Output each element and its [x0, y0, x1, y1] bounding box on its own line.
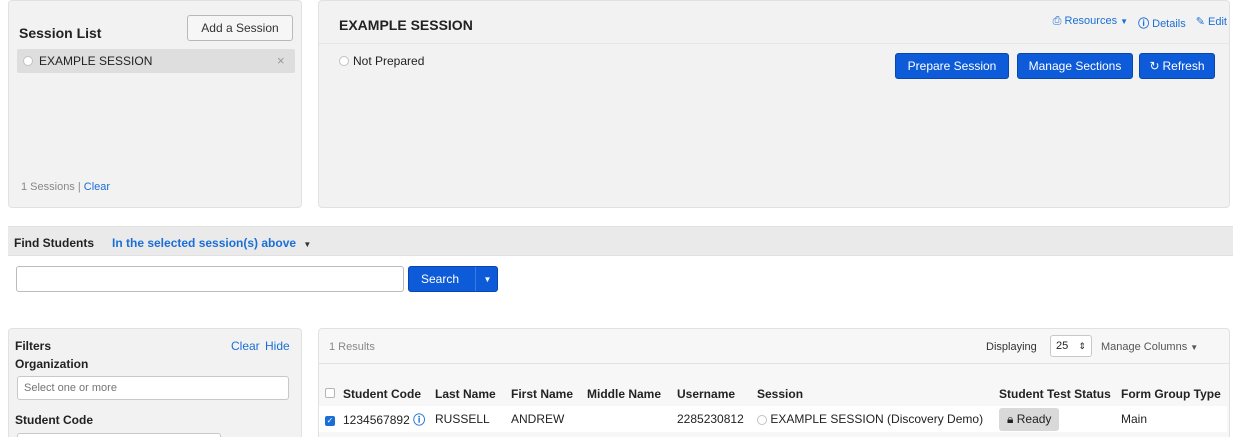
- session-detail-panel: EXAMPLE SESSION ⎙ Resources ▼ ⓘ Details …: [318, 0, 1230, 208]
- refresh-icon: ↻: [1149, 59, 1160, 73]
- select-all-checkbox[interactable]: [325, 388, 335, 398]
- remove-session-icon[interactable]: ×: [277, 53, 285, 68]
- printer-icon: ⎙: [1052, 15, 1062, 27]
- middle-name-cell: [585, 406, 675, 432]
- resources-menu[interactable]: ⎙ Resources ▼: [1053, 15, 1128, 31]
- student-code-field[interactable]: [17, 433, 221, 437]
- results-divider: [319, 363, 1229, 364]
- status-radio: [339, 56, 349, 66]
- student-code-label: Student Code: [15, 413, 93, 427]
- info-icon: ⓘ: [1138, 18, 1150, 30]
- clear-filters-link[interactable]: Clear: [231, 339, 260, 353]
- session-count: 1 Sessions | Clear: [21, 181, 110, 193]
- username-cell: 2285230812: [677, 412, 744, 426]
- last-name-cell: RUSSELL: [435, 412, 490, 426]
- session-list-panel: Session List Add a Session EXAMPLE SESSI…: [8, 0, 302, 208]
- clear-sessions-link[interactable]: Clear: [84, 181, 110, 193]
- chevron-down-icon: ▼: [483, 274, 492, 284]
- column-header[interactable]: First Name: [509, 382, 585, 406]
- search-options-toggle[interactable]: ▼: [475, 267, 499, 291]
- chevron-down-icon: ▼: [303, 240, 312, 249]
- session-item-label: EXAMPLE SESSION: [39, 54, 153, 68]
- first-name-cell: ANDREW: [511, 412, 565, 426]
- search-label: Search: [421, 272, 460, 286]
- manage-columns-label: Manage Columns: [1101, 341, 1188, 353]
- session-value: EXAMPLE SESSION (Discovery Demo): [770, 412, 984, 426]
- results-panel: 1 Results Displaying 25 ⇕ Manage Columns…: [318, 328, 1230, 437]
- filters-title: Filters: [15, 339, 52, 353]
- session-cell: EXAMPLE SESSION (Discovery Demo): [755, 406, 997, 432]
- status-badge: 🔒︎ Ready: [999, 407, 1060, 431]
- edit-link[interactable]: ✎ Edit: [1196, 15, 1227, 31]
- displaying-label: Displaying: [986, 341, 1037, 353]
- find-students-bar: Find Students In the selected session(s)…: [8, 226, 1233, 256]
- column-header[interactable]: Student Code: [339, 382, 433, 406]
- refresh-label: Refresh: [1162, 59, 1205, 73]
- organization-field[interactable]: [17, 376, 289, 400]
- student-search-input[interactable]: [16, 266, 404, 292]
- manage-columns-menu[interactable]: Manage Columns ▼: [1101, 341, 1198, 353]
- lock-icon: 🔒︎: [1007, 411, 1014, 426]
- column-header[interactable]: Middle Name: [585, 382, 675, 406]
- results-table: Student Code Last Name First Name Middle…: [319, 382, 1227, 432]
- session-list-title: Session List: [19, 25, 102, 41]
- table-row[interactable]: ✓ 1234567892 ⓘ RUSSELL ANDREW 2285230812…: [319, 406, 1227, 432]
- filters-panel: Filters Clear Hide Organization Student …: [8, 328, 302, 437]
- edit-label: Edit: [1208, 16, 1227, 28]
- session-header-divider: [319, 43, 1229, 44]
- search-scope-dropdown[interactable]: In the selected session(s) above ▼: [112, 236, 311, 250]
- chevron-down-icon: ▼: [1120, 17, 1129, 26]
- pencil-icon: ✎: [1195, 16, 1205, 28]
- session-count-text: 1 Sessions: [21, 181, 75, 193]
- page-size-value: 25: [1056, 340, 1069, 352]
- chevron-down-icon: ▼: [1190, 343, 1199, 352]
- results-count: 1 Results: [329, 341, 375, 353]
- manage-sections-button[interactable]: Manage Sections: [1017, 53, 1133, 79]
- stepper-icon: ⇕: [1078, 340, 1086, 351]
- search-scope-label: In the selected session(s) above: [112, 236, 297, 250]
- resources-label: Resources: [1064, 15, 1118, 27]
- session-radio: [757, 414, 767, 425]
- status-cell: 🔒︎ Ready: [997, 406, 1117, 432]
- page-size-select[interactable]: 25 ⇕: [1050, 335, 1092, 357]
- session-list-item[interactable]: EXAMPLE SESSION ×: [17, 49, 295, 73]
- session-title: EXAMPLE SESSION: [339, 17, 473, 33]
- session-select-radio[interactable]: [23, 56, 33, 66]
- student-code-cell: 1234567892 ⓘ: [339, 406, 433, 432]
- column-header[interactable]: Student Test Status: [997, 382, 1117, 406]
- column-header[interactable]: Session: [755, 382, 997, 406]
- details-label: Details: [1152, 18, 1186, 30]
- details-link[interactable]: ⓘ Details: [1138, 15, 1186, 31]
- session-actions: ⎙ Resources ▼ ⓘ Details ✎ Edit: [1019, 15, 1227, 31]
- form-group-type-cell: Main: [1121, 412, 1148, 426]
- organization-label: Organization: [15, 357, 89, 371]
- hide-filters-link[interactable]: Hide: [265, 339, 290, 353]
- session-status: Not Prepared: [353, 54, 425, 68]
- prepare-session-button[interactable]: Prepare Session: [895, 53, 1009, 79]
- info-icon[interactable]: ⓘ: [413, 413, 425, 427]
- status-label: Ready: [1016, 411, 1052, 426]
- search-button[interactable]: Search ▼: [408, 266, 498, 292]
- find-students-label: Find Students: [14, 236, 94, 250]
- column-header[interactable]: Username: [675, 382, 755, 406]
- table-header-row: Student Code Last Name First Name Middle…: [319, 382, 1227, 406]
- select-all-cell: [319, 382, 339, 406]
- column-header[interactable]: Form Group Type: [1117, 382, 1227, 406]
- add-session-button[interactable]: Add a Session: [187, 15, 293, 41]
- refresh-button[interactable]: ↻ Refresh: [1139, 53, 1215, 79]
- separator: |: [77, 181, 81, 193]
- row-select-cell: ✓: [319, 406, 339, 432]
- column-header[interactable]: Last Name: [433, 382, 509, 406]
- row-checkbox[interactable]: ✓: [325, 415, 335, 426]
- student-code-value: 1234567892: [343, 412, 410, 427]
